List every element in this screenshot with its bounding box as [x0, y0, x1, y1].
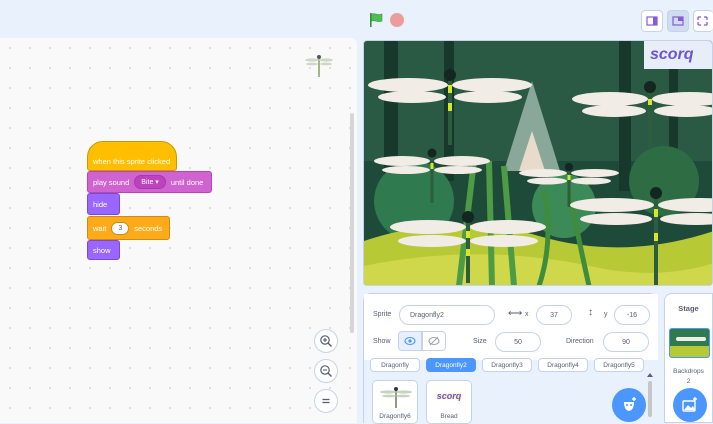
choose-sprite-button[interactable] — [612, 388, 646, 422]
small-stage-button[interactable] — [641, 10, 663, 32]
sprite-tile[interactable]: scorq Bread — [426, 380, 472, 424]
show-label: Show — [373, 338, 391, 345]
hide-label: hide — [93, 199, 108, 209]
sprite-tile-name: Dragonfly6 — [379, 413, 411, 420]
play-sound-suffix: until done — [170, 177, 204, 187]
sprite-tab[interactable]: Dragonfly5 — [594, 358, 644, 372]
backdrops-count: 2 — [686, 378, 691, 385]
size-value: 50 — [514, 338, 522, 346]
stage-pane[interactable]: Stage Backdrops 2 — [664, 293, 713, 423]
x-value: 37 — [550, 311, 558, 319]
eye-icon — [404, 336, 416, 346]
normal-stage-button[interactable] — [667, 10, 689, 32]
sprite-tab-label: Dragonfly2 — [435, 361, 467, 369]
sound-value: Bite — [141, 179, 154, 186]
sprite-tab[interactable]: Dragonfly — [370, 358, 420, 372]
show-block[interactable]: show — [87, 240, 120, 260]
y-value: -16 — [626, 311, 638, 319]
wait-prefix: wait — [93, 223, 107, 233]
x-field[interactable]: 37 — [536, 305, 572, 325]
sprite-name-field[interactable]: Dragonfly2 — [399, 305, 495, 325]
sprite-tab-label: Dragonfly4 — [547, 361, 579, 369]
stop-icon[interactable] — [390, 13, 404, 27]
add-backdrop-icon — [682, 397, 697, 412]
x-arrow-icon: ⟷ — [508, 308, 523, 319]
small-stage-icon — [646, 16, 658, 26]
choose-backdrop-button[interactable] — [673, 388, 707, 422]
sprite-pane: Sprite Dragonfly2 ⟷ x 37 ↕ y -16 Show Si… — [363, 293, 658, 424]
wait-block[interactable]: wait 3 seconds — [87, 216, 170, 240]
hat-label: when this sprite clicked — [93, 156, 171, 166]
zoom-in-button[interactable] — [314, 329, 338, 353]
sprite-tab[interactable]: Dragonfly4 — [538, 358, 588, 372]
hide-block[interactable]: hide — [87, 193, 120, 215]
sprite-tab[interactable]: Dragonfly3 — [482, 358, 532, 372]
zoom-in-icon — [320, 335, 332, 347]
normal-stage-icon — [672, 16, 684, 26]
size-field[interactable]: 50 — [495, 332, 541, 352]
zoom-out-button[interactable] — [314, 359, 338, 383]
show-hidden-toggle[interactable] — [422, 331, 446, 351]
y-arrow-icon: ↕ — [588, 307, 593, 318]
when-sprite-clicked-block[interactable]: when this sprite clicked — [87, 141, 177, 171]
sprite-label: Sprite — [373, 311, 392, 318]
wait-suffix: seconds — [134, 223, 163, 233]
stage-backdrop-thumbnail — [669, 328, 710, 358]
size-label: Size — [473, 338, 487, 345]
wait-seconds-input[interactable]: 3 — [111, 221, 130, 235]
eye-slash-icon — [428, 336, 440, 346]
zoom-out-icon — [320, 365, 332, 377]
sprite-list-scrollbar[interactable] — [646, 371, 654, 421]
top-bar — [0, 0, 713, 38]
scorq-text-icon: scorq — [436, 391, 462, 401]
dragonfly-icon — [380, 387, 412, 408]
sprite-info: Sprite Dragonfly2 ⟷ x 37 ↕ y -16 Show Si… — [364, 294, 658, 360]
sprite-watermark-icon — [305, 55, 333, 77]
sprite-tab-label: Dragonfly — [381, 361, 409, 369]
show-visible-toggle[interactable] — [398, 331, 422, 351]
sprite-tile-name: Bread — [440, 413, 458, 420]
direction-value: 90 — [622, 338, 630, 346]
reset-zoom-icon — [322, 398, 330, 404]
sprite-tab-selected[interactable]: Dragonfly2 — [426, 358, 476, 372]
stage-canvas[interactable]: scorq — [363, 40, 713, 286]
y-field[interactable]: -16 — [614, 305, 650, 325]
play-sound-prefix: play sound — [93, 177, 130, 187]
sprite-tab-label: Dragonfly5 — [603, 361, 635, 369]
add-sprite-icon — [624, 397, 636, 411]
reset-zoom-button[interactable] — [314, 389, 338, 413]
sprite-tile[interactable]: Dragonfly6 — [372, 380, 418, 424]
stage-pane-title: Stage — [678, 304, 699, 313]
direction-label: Direction — [566, 338, 594, 345]
sound-dropdown[interactable]: Bite ▾ — [134, 175, 166, 189]
fullscreen-button[interactable] — [693, 10, 713, 32]
sprite-name-value: Dragonfly2 — [410, 311, 444, 319]
backdrops-label: Backdrops — [673, 368, 704, 375]
stage-sign-text: scorq — [650, 46, 694, 63]
sprite-tab-label: Dragonfly3 — [491, 361, 523, 369]
green-flag-icon[interactable] — [368, 12, 384, 28]
play-sound-block[interactable]: play sound Bite ▾ until done — [87, 171, 212, 193]
stage-scene: scorq — [364, 41, 712, 285]
y-label: y — [604, 311, 608, 318]
script-area[interactable]: when this sprite clicked play sound Bite… — [0, 38, 357, 423]
x-label: x — [525, 311, 529, 318]
script-scrollbar[interactable] — [350, 113, 354, 333]
show-label: show — [93, 245, 111, 255]
fullscreen-icon — [697, 16, 708, 26]
direction-field[interactable]: 90 — [603, 332, 649, 352]
